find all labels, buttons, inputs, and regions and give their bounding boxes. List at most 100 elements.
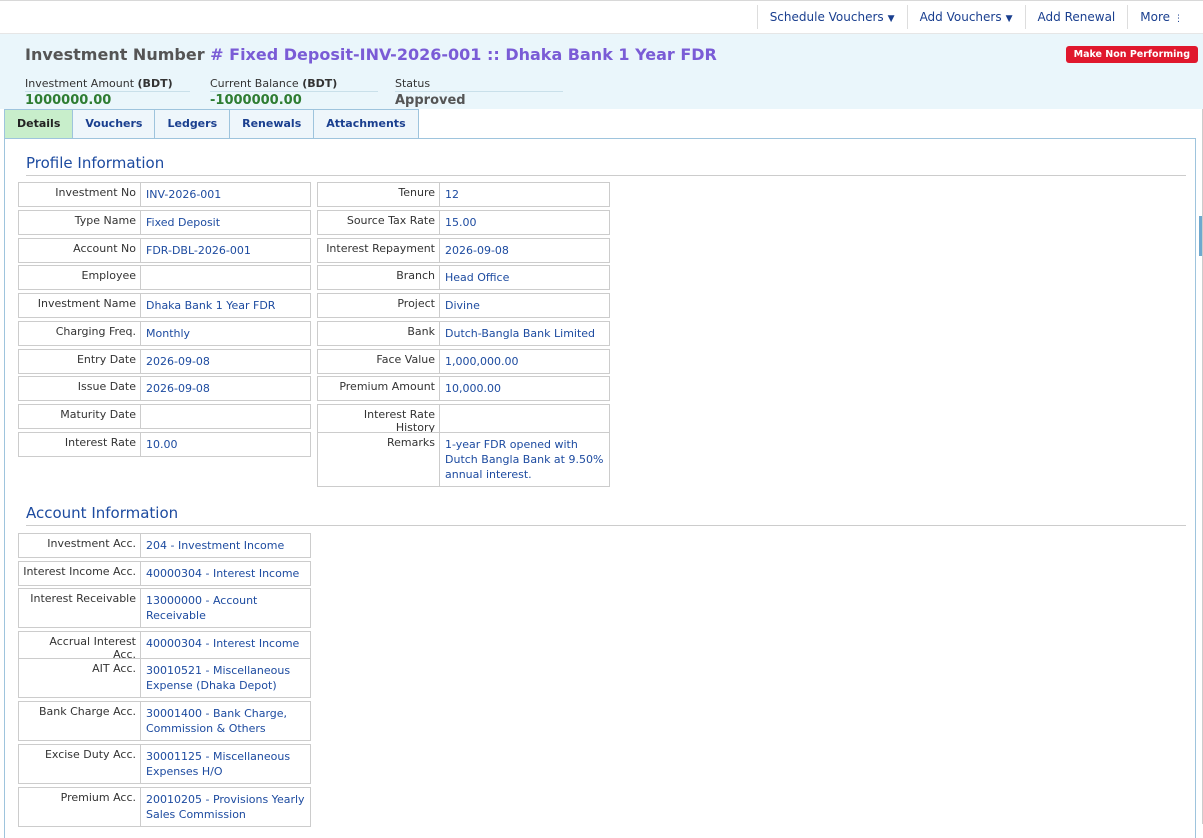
profile-section-title: Profile Information — [26, 154, 165, 172]
field-value: FDR-DBL-2026-001 — [141, 238, 311, 263]
field-value: 10,000.00 — [440, 376, 610, 401]
tab-renewals[interactable]: Renewals — [229, 109, 315, 139]
field-label: Bank — [317, 321, 440, 346]
kebab-icon: ⋮ — [1174, 14, 1183, 24]
field-value: 40000304 - Interest Income — [141, 561, 311, 586]
field-issue-date: Issue Date 2026-09-08 — [18, 376, 311, 401]
field-bank: Bank Dutch-Bangla Bank Limited — [317, 321, 610, 346]
field-face-value: Face Value 1,000,000.00 — [317, 349, 610, 374]
field-value: Monthly — [141, 321, 311, 346]
field-value — [141, 404, 311, 429]
field-bank-charge-acc: Bank Charge Acc. 30001400 - Bank Charge, … — [18, 701, 311, 741]
field-label: Bank Charge Acc. — [18, 701, 141, 741]
field-employee: Employee — [18, 265, 311, 290]
field-label: Entry Date — [18, 349, 141, 374]
field-value: 13000000 - Account Receivable — [141, 588, 311, 628]
field-value: 2026-09-08 — [141, 349, 311, 374]
field-remarks: Remarks 1-year FDR opened with Dutch Bang… — [317, 432, 610, 487]
field-label: Investment Acc. — [18, 533, 141, 558]
field-investment-no: Investment No INV-2026-001 — [18, 182, 311, 207]
field-value: 1,000,000.00 — [440, 349, 610, 374]
field-label: Interest Rate — [18, 432, 141, 457]
investment-amount-summary: Investment Amount (BDT) 1000000.00 — [25, 77, 190, 108]
tab-vouchers[interactable]: Vouchers — [72, 109, 156, 139]
field-tenure: Tenure 12 — [317, 182, 610, 207]
field-interest-receivable: Interest Receivable 13000000 - Account Re… — [18, 588, 311, 628]
top-action-bar: Schedule Vouchers ▼ Add Vouchers ▼ Add Ren… — [0, 0, 1203, 34]
section-divider — [26, 175, 1186, 176]
field-label: Charging Freq. — [18, 321, 141, 346]
field-label: Maturity Date — [18, 404, 141, 429]
field-value: 10.00 — [141, 432, 311, 457]
field-label: Interest Repayment — [317, 238, 440, 263]
field-value: Head Office — [440, 265, 610, 290]
field-source-tax-rate: Source Tax Rate 15.00 — [317, 210, 610, 235]
investment-amount-value: 1000000.00 — [25, 93, 112, 108]
field-ait-acc: AIT Acc. 30010521 - Miscellaneous Expense… — [18, 658, 311, 698]
current-balance-label: Current Balance (BDT) — [210, 77, 378, 92]
field-value: 204 - Investment Income — [141, 533, 311, 558]
more-button[interactable]: More ⋮ — [1127, 5, 1195, 29]
field-label: Excise Duty Acc. — [18, 744, 141, 784]
tab-details[interactable]: Details — [4, 109, 74, 139]
field-value: 2026-09-08 — [440, 238, 610, 263]
status-summary: Status Approved — [395, 77, 563, 108]
current-balance-value: -1000000.00 — [210, 93, 302, 108]
field-account-no: Account No FDR-DBL-2026-001 — [18, 238, 311, 263]
field-value: 30001125 - Miscellaneous Expenses H/O — [141, 744, 311, 784]
status-label: Status — [395, 77, 563, 92]
field-value: 12 — [440, 182, 610, 207]
field-label: Type Name — [18, 210, 141, 235]
field-maturity-date: Maturity Date — [18, 404, 311, 429]
field-label: Premium Acc. — [18, 787, 141, 827]
add-vouchers-label: Add Vouchers — [919, 10, 1002, 24]
field-interest-income-acc: Interest Income Acc. 40000304 - Interest … — [18, 561, 311, 586]
field-entry-date: Entry Date 2026-09-08 — [18, 349, 311, 374]
field-value: 1-year FDR opened with Dutch Bangla Bank… — [440, 432, 610, 487]
title-prefix: Investment Number — [25, 45, 205, 64]
field-label: Tenure — [317, 182, 440, 207]
tab-attachments[interactable]: Attachments — [313, 109, 419, 139]
field-label: Investment Name — [18, 293, 141, 318]
add-renewal-button[interactable]: Add Renewal — [1024, 5, 1128, 29]
detail-tabs: Details Vouchers Ledgers Renewals Attach… — [4, 109, 419, 139]
schedule-vouchers-label: Schedule Vouchers — [769, 10, 884, 24]
field-value: 2026-09-08 — [141, 376, 311, 401]
field-value: INV-2026-001 — [141, 182, 311, 207]
schedule-vouchers-button[interactable]: Schedule Vouchers ▼ — [756, 5, 907, 29]
chevron-down-icon: ▼ — [887, 14, 895, 24]
field-value: Dhaka Bank 1 Year FDR — [141, 293, 311, 318]
field-value: Divine — [440, 293, 610, 318]
investment-amount-label: Investment Amount (BDT) — [25, 77, 190, 92]
field-project: Project Divine — [317, 293, 610, 318]
scrollbar-thumb[interactable] — [1199, 216, 1202, 256]
field-label: Employee — [18, 265, 141, 290]
field-label: Issue Date — [18, 376, 141, 401]
field-type-name: Type Name Fixed Deposit — [18, 210, 311, 235]
field-label: Project — [317, 293, 440, 318]
field-label: Interest Income Acc. — [18, 561, 141, 586]
field-label: Remarks — [317, 432, 440, 487]
page-title: Investment Number # Fixed Deposit-INV-20… — [25, 45, 717, 64]
field-value — [141, 265, 311, 290]
status-value: Approved — [395, 93, 466, 108]
field-value: 30010521 - Miscellaneous Expense (Dhaka … — [141, 658, 311, 698]
field-value: Fixed Deposit — [141, 210, 311, 235]
add-vouchers-button[interactable]: Add Vouchers ▼ — [906, 5, 1025, 29]
action-menu: Schedule Vouchers ▼ Add Vouchers ▼ Add Ren… — [756, 5, 1195, 29]
chevron-down-icon: ▼ — [1005, 14, 1013, 24]
field-label: AIT Acc. — [18, 658, 141, 698]
title-highlight: # Fixed Deposit-INV-2026-001 :: Dhaka Ba… — [210, 45, 717, 64]
field-value: 30001400 - Bank Charge, Commission & Oth… — [141, 701, 311, 741]
field-premium-acc: Premium Acc. 20010205 - Provisions Yearly… — [18, 787, 311, 827]
field-charging-freq: Charging Freq. Monthly — [18, 321, 311, 346]
field-label: Branch — [317, 265, 440, 290]
tab-ledgers[interactable]: Ledgers — [154, 109, 231, 139]
field-value: Dutch-Bangla Bank Limited — [440, 321, 610, 346]
more-label: More — [1140, 10, 1170, 24]
page-frame: Schedule Vouchers ▼ Add Vouchers ▼ Add Ren… — [0, 0, 1203, 838]
field-label: Interest Receivable — [18, 588, 141, 628]
make-non-performing-button[interactable]: Make Non Performing — [1065, 46, 1198, 63]
field-excise-duty-acc: Excise Duty Acc. 30001125 - Miscellaneous… — [18, 744, 311, 784]
section-divider — [26, 525, 1186, 526]
